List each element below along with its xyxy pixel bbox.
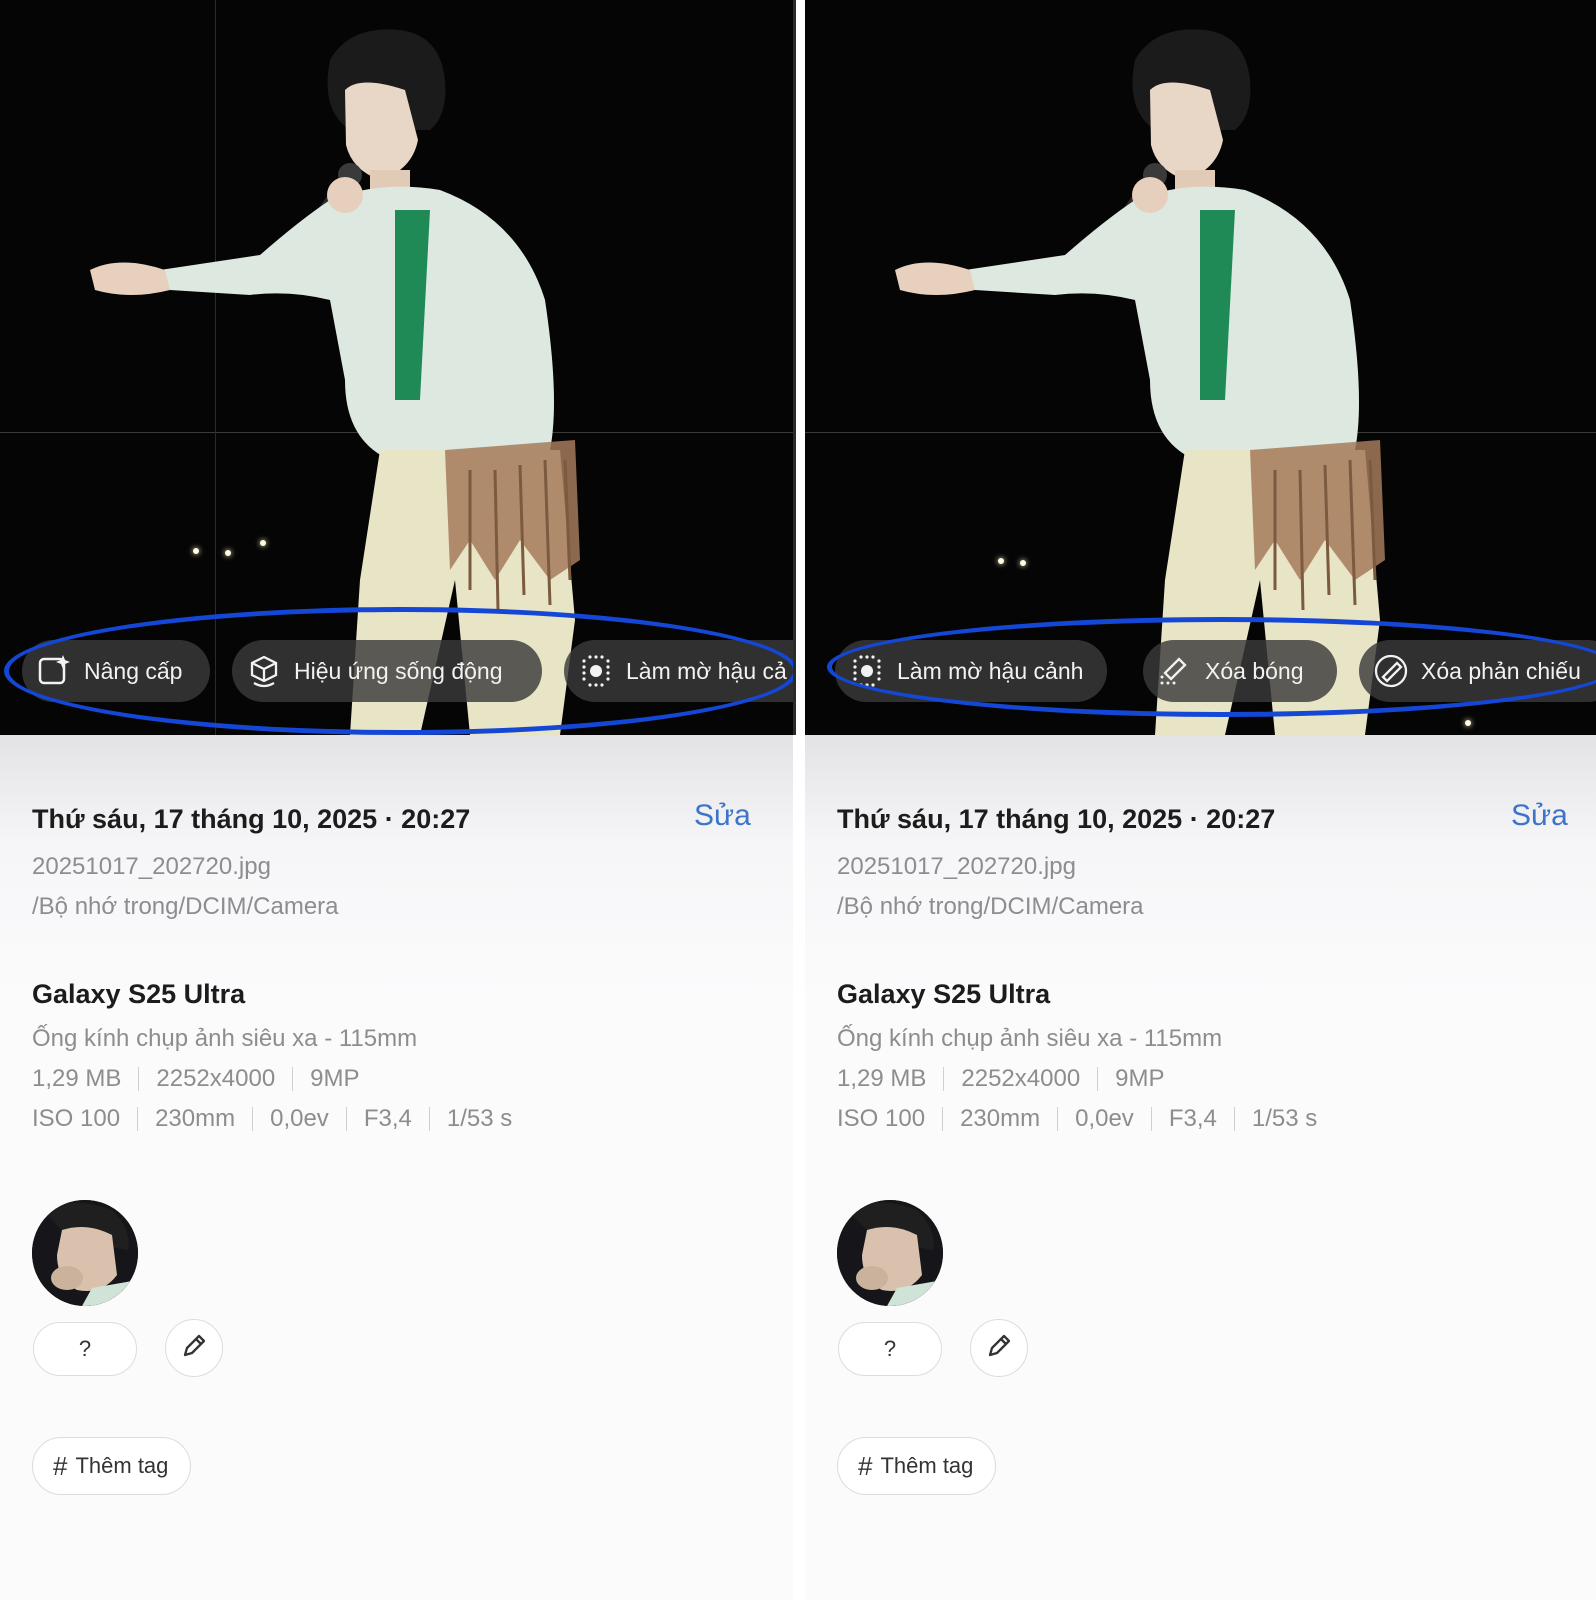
edit-button[interactable]: Sửa (1511, 799, 1568, 833)
lens-info: Ống kính chụp ảnh siêu xa - 115mm (32, 1025, 418, 1052)
add-tag-button[interactable]: # Thêm tag (837, 1437, 997, 1495)
exposure-specs: ISO 100 230mm 0,0ev F3,4 1/53 s (837, 1105, 1317, 1133)
add-tag-label: Thêm tag (880, 1453, 974, 1478)
exposure-specs: ISO 100 230mm 0,0ev F3,4 1/53 s (32, 1105, 512, 1133)
device-model: Galaxy S25 Ultra (32, 979, 246, 1009)
lens-info: Ống kính chụp ảnh siêu xa - 115mm (837, 1025, 1223, 1052)
focal-length: 230mm (155, 1105, 236, 1132)
megapixels: 9MP (310, 1065, 360, 1092)
file-name: 20251017_202720.jpg (32, 853, 271, 880)
left-screenshot-panel: Nâng cấp Hiệu ứng sống động Làm mờ hậu c… (0, 0, 793, 1600)
person-avatar[interactable] (32, 1200, 138, 1306)
pencil-icon (985, 1332, 1013, 1365)
add-tag-label: Thêm tag (75, 1453, 169, 1478)
add-tag-button[interactable]: # Thêm tag (32, 1437, 192, 1495)
capture-date: Thứ sáu, 17 tháng 10, 2025 · 20:27 (837, 804, 1276, 834)
details-panel: Thứ sáu, 17 tháng 10, 2025 · 20:27 Sửa 2… (805, 735, 1596, 1600)
unknown-person-button[interactable]: ? (33, 1322, 137, 1376)
file-specs: 1,29 MB 2252x4000 9MP (32, 1065, 360, 1093)
unknown-person-button[interactable]: ? (838, 1322, 942, 1376)
details-panel: Thứ sáu, 17 tháng 10, 2025 · 20:27 Sửa 2… (0, 735, 793, 1600)
file-size: 1,29 MB (32, 1065, 122, 1092)
file-specs: 1,29 MB 2252x4000 9MP (837, 1065, 1165, 1093)
file-path: /Bộ nhớ trong/DCIM/Camera (837, 893, 1144, 920)
iso: ISO 100 (32, 1105, 121, 1132)
highlight-ellipse (827, 617, 1596, 717)
megapixels: 9MP (1115, 1065, 1165, 1092)
capture-date: Thứ sáu, 17 tháng 10, 2025 · 20:27 (32, 804, 471, 834)
resolution: 2252x4000 (156, 1065, 276, 1092)
aperture: F3,4 (363, 1105, 412, 1132)
highlight-ellipse (4, 607, 793, 735)
panel-divider (793, 0, 805, 1600)
photo-viewer[interactable]: Làm mờ hậu cảnh Xóa bóng Xóa phản chiếu (805, 0, 1596, 735)
exposure-value: 0,0ev (270, 1105, 329, 1132)
file-size: 1,29 MB (837, 1065, 927, 1092)
person-avatar[interactable] (837, 1200, 943, 1306)
edit-button[interactable]: Sửa (694, 799, 751, 833)
stage-light (1465, 720, 1471, 726)
device-model: Galaxy S25 Ultra (837, 979, 1051, 1009)
edit-person-button[interactable] (165, 1319, 223, 1377)
hashtag-icon: # (858, 1450, 873, 1481)
shutter-speed: 1/53 s (446, 1105, 513, 1132)
file-path: /Bộ nhớ trong/DCIM/Camera (32, 893, 339, 920)
hashtag-icon: # (53, 1450, 68, 1481)
resolution: 2252x4000 (961, 1065, 1081, 1092)
edit-person-button[interactable] (970, 1319, 1028, 1377)
pencil-icon (180, 1332, 208, 1365)
right-screenshot-panel: Làm mờ hậu cảnh Xóa bóng Xóa phản chiếu … (805, 0, 1596, 1600)
file-name: 20251017_202720.jpg (837, 853, 1076, 880)
aperture: F3,4 (1168, 1105, 1217, 1132)
photo-viewer[interactable]: Nâng cấp Hiệu ứng sống động Làm mờ hậu c… (0, 0, 793, 735)
shutter-speed: 1/53 s (1251, 1105, 1318, 1132)
iso: ISO 100 (837, 1105, 926, 1132)
exposure-value: 0,0ev (1075, 1105, 1134, 1132)
focal-length: 230mm (960, 1105, 1041, 1132)
